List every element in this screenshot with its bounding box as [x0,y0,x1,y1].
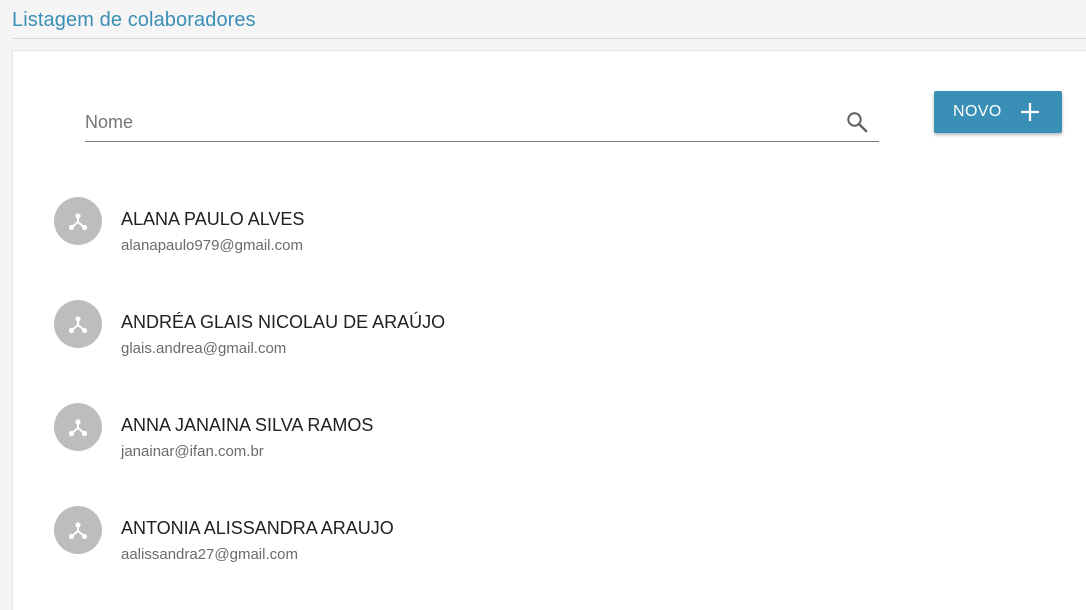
avatar [54,197,102,245]
plus-icon [1020,102,1040,122]
collaborator-name: ALANA PAULO ALVES [121,209,305,229]
search-input[interactable] [85,109,825,135]
collaborator-email: janainar@ifan.com.br [121,443,264,460]
page-title: Listagem de colaboradores [12,9,256,31]
collaborator-email: glais.andrea@gmail.com [121,340,287,357]
collaborator-name: ANDRÉA GLAIS NICOLAU DE ARAÚJO [121,312,446,332]
new-collaborator-button[interactable]: NOVO [934,91,1062,133]
list-item[interactable]: ALANA PAULO ALVES alanapaulo979@gmail.co… [54,197,854,277]
page-header: Listagem de colaboradores [0,0,1086,40]
new-button-label: NOVO [953,103,1002,120]
avatar [54,300,102,348]
avatar [54,506,102,554]
search-icon[interactable] [845,110,869,134]
avatar [54,403,102,451]
list-item[interactable]: ANTONIA ALISSANDRA ARAUJO aalissandra27@… [54,506,854,586]
header-divider [12,38,1086,39]
collaborator-name: ANNA JANAINA SILVA RAMOS [121,415,374,435]
list-item[interactable]: ANDRÉA GLAIS NICOLAU DE ARAÚJO glais.and… [54,300,854,380]
list-item[interactable]: ANNA JANAINA SILVA RAMOS janainar@ifan.c… [54,403,854,483]
collaborator-email: alanapaulo979@gmail.com [121,237,304,254]
collaborator-name: ANTONIA ALISSANDRA ARAUJO [121,518,394,538]
search-field [85,103,879,142]
collaborator-email: aalissandra27@gmail.com [121,546,298,563]
